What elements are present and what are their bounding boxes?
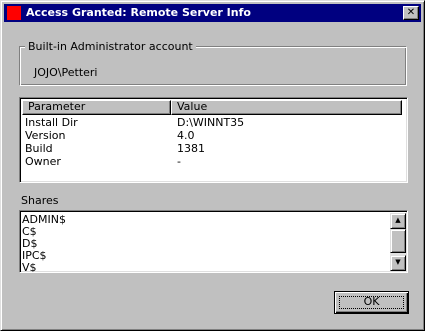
- dialog-window: Access Granted: Remote Server Info ✕ Bui…: [0, 0, 425, 331]
- parameters-list[interactable]: Parameter Value Install Dir D:\WINNT35 V…: [19, 97, 408, 183]
- share-item[interactable]: V$: [22, 261, 37, 272]
- admin-account-value: JOJO\Petteri: [34, 66, 98, 79]
- scroll-down-button[interactable]: ▼: [390, 255, 406, 271]
- ok-button[interactable]: OK: [334, 291, 409, 314]
- arrow-up-icon: ▲: [395, 216, 401, 224]
- row-param-build[interactable]: Build: [25, 142, 53, 155]
- shares-list[interactable]: ADMIN$ C$ D$ IPC$ V$ ▲ ▼: [19, 210, 408, 273]
- admin-account-legend: Built-in Administrator account: [25, 40, 196, 53]
- app-icon: [7, 6, 21, 20]
- row-param-owner[interactable]: Owner: [25, 155, 61, 168]
- close-button[interactable]: ✕: [403, 6, 419, 20]
- arrow-down-icon: ▼: [395, 258, 401, 266]
- shares-label: Shares: [21, 194, 59, 207]
- row-param-version[interactable]: Version: [25, 129, 65, 142]
- row-value-build: 1381: [177, 142, 205, 155]
- close-icon: ✕: [406, 7, 416, 18]
- row-value-version: 4.0: [177, 129, 195, 142]
- column-header-parameter[interactable]: Parameter: [22, 100, 171, 115]
- column-header-value[interactable]: Value: [171, 100, 402, 115]
- window-title: Access Granted: Remote Server Info: [26, 6, 251, 19]
- ok-button-label: OK: [363, 295, 380, 308]
- row-value-owner: -: [177, 155, 181, 168]
- row-param-install-dir[interactable]: Install Dir: [25, 116, 78, 129]
- title-bar[interactable]: Access Granted: Remote Server Info ✕: [4, 4, 421, 22]
- scroll-up-button[interactable]: ▲: [390, 213, 406, 229]
- row-value-install-dir: D:\WINNT35: [177, 116, 245, 129]
- shares-scrollbar[interactable]: ▲ ▼: [390, 213, 406, 271]
- scroll-thumb[interactable]: [390, 229, 406, 253]
